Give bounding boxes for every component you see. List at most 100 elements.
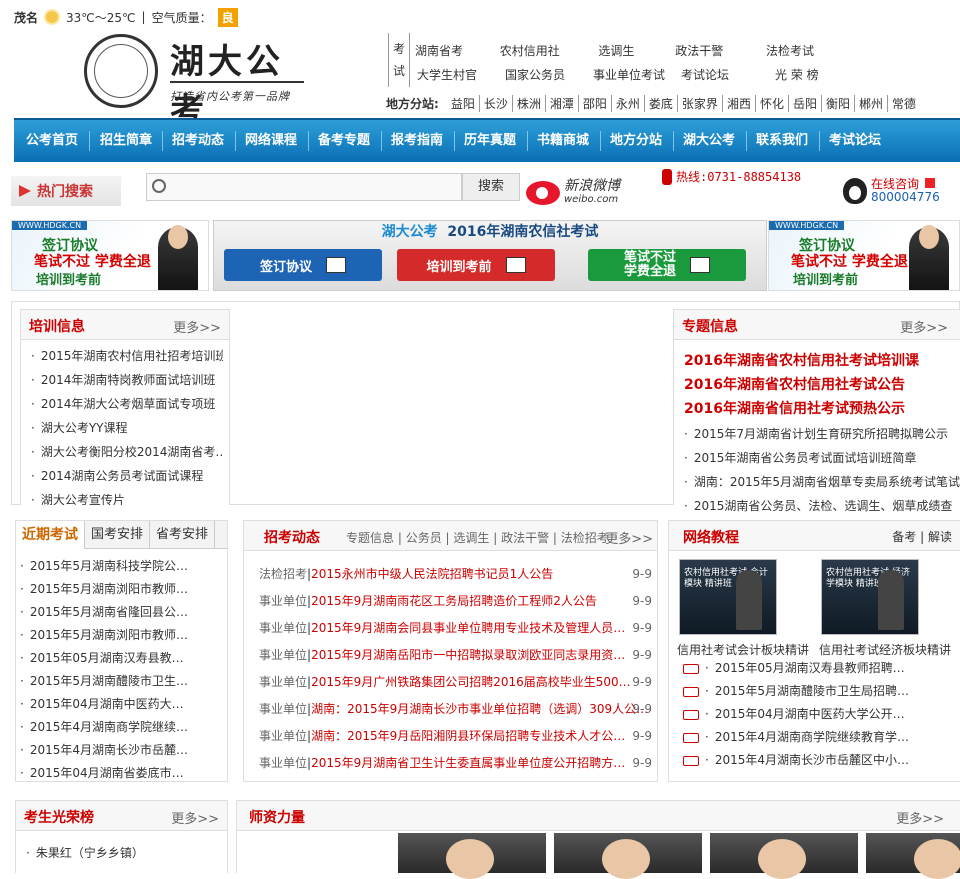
subtab-link[interactable]: 政法干警	[501, 531, 549, 545]
news-row[interactable]: 事业单位|2015年9月湖南岳阳市一中招聘拟录取浏欧亚同志录用资… 9-9	[259, 642, 652, 669]
subtab-link[interactable]: 法检招考	[561, 531, 609, 545]
news-row[interactable]: 事业单位|2015年9月湖南会同县事业单位聘用专业技术及管理人员… 9-9	[259, 615, 652, 642]
news-title[interactable]: 2015年9月湖南会同县事业单位聘用专业技术及管理人员…	[311, 621, 625, 635]
top-nav-link[interactable]: 农村信用社	[500, 42, 599, 59]
top-nav-link[interactable]: 湖南省考	[415, 42, 500, 59]
top-nav-link[interactable]: 法检考试	[766, 42, 835, 59]
teacher-photo[interactable]	[398, 833, 546, 879]
banner-button-agreement[interactable]: 签订协议	[224, 249, 382, 281]
main-nav-item[interactable]: 网络课程	[237, 130, 305, 152]
site-logo[interactable]: 湖大公考 打造省内公考第一品牌	[84, 34, 308, 131]
list-item[interactable]: 2015年4月湖南商学院继续…	[20, 716, 223, 739]
news-row[interactable]: 事业单位|2015年9月广州铁路集团公司招聘2016届高校毕业生500… 9-9	[259, 669, 652, 696]
list-item[interactable]: 2015湖南省公务员、法检、选调生、烟草成绩查	[684, 494, 960, 518]
region-link[interactable]: 娄底	[645, 94, 678, 112]
banner-button-refund[interactable]: 笔试不过 学费全退	[588, 249, 746, 281]
news-title[interactable]: 湖南：2015年9月岳阳湘阴县环保局招聘专业技术人才公…	[311, 729, 625, 743]
list-item[interactable]: 2014年湖大公考烟草面试专项班	[31, 392, 223, 416]
top-nav-link[interactable]: 光 荣 榜	[775, 66, 835, 83]
weibo-link[interactable]: 新浪微博 weibo.com	[526, 178, 620, 208]
main-nav-item[interactable]: 招考动态	[164, 130, 232, 152]
teacher-photo[interactable]	[710, 833, 858, 879]
top-nav-link[interactable]: 选调生	[598, 42, 675, 59]
list-item[interactable]: 朱果红（宁乡乡镇）	[26, 841, 221, 865]
news-row[interactable]: 事业单位|湖南：2015年9月湖南长沙市事业单位招聘（选调）309人公… 9-9	[259, 696, 652, 723]
top-nav-link[interactable]: 政法干警	[675, 42, 766, 59]
search-input[interactable]	[146, 173, 462, 201]
video-item[interactable]: · 2015年5月湖南醴陵市卫生局招聘…	[683, 680, 953, 703]
more-link[interactable]: 更多>>	[605, 528, 653, 547]
video-item[interactable]: · 2015年4月湖南商学院继续教育学…	[683, 726, 953, 749]
region-link[interactable]: 常德	[888, 95, 920, 112]
video-item[interactable]: · 2015年05月湖南汉寿县教师招聘…	[683, 657, 953, 680]
list-item[interactable]: 湖大公考YY课程	[31, 416, 223, 440]
list-item[interactable]: 2015年5月湖南科技学院公…	[20, 555, 223, 578]
thumb-caption[interactable]: 信用社考试会计板块精讲	[677, 641, 809, 658]
more-link[interactable]: 更多>>	[896, 808, 944, 827]
news-row[interactable]: 事业单位|湖南：2015年9月岳阳湘阴县环保局招聘专业技术人才公… 9-9	[259, 723, 652, 750]
region-link[interactable]: 怀化	[756, 94, 789, 112]
list-item[interactable]: 2014湖南公务员考试面试课程	[31, 464, 223, 488]
main-nav-item[interactable]: 考试论坛	[821, 130, 889, 152]
list-item[interactable]: 湖大公考衡阳分校2014湖南省考…	[31, 440, 223, 464]
news-title[interactable]: 2015永州市中级人民法院招聘书记员1人公告	[311, 567, 553, 581]
teacher-photo[interactable]	[866, 833, 960, 879]
link-prepare[interactable]: 备考	[892, 530, 916, 544]
list-item[interactable]: 2015年05月湖南汉寿县教…	[20, 647, 223, 670]
teacher-photo[interactable]	[554, 833, 702, 879]
top-nav-link[interactable]: 国家公务员	[505, 66, 593, 83]
news-title[interactable]: 湖南：2015年9月湖南长沙市事业单位招聘（选调）309人公…	[311, 702, 648, 716]
left-ad-banner[interactable]: WWW.HDGK.CN 签订协议 笔试不过 学费全退 培训到考前	[11, 220, 209, 291]
more-link[interactable]: 更多>>	[900, 317, 948, 336]
list-item[interactable]: 湖南：2015年5月湖南省烟草专卖局系统考试笔试	[684, 470, 960, 494]
right-ad-banner[interactable]: WWW.HDGK.CN 签订协议 笔试不过 学费全退 培训到考前	[768, 220, 960, 291]
news-title[interactable]: 2015年9月湖南雨花区工务局招聘造价工程师2人公告	[311, 594, 597, 608]
news-row[interactable]: 事业单位|2015年9月湖南雨花区工务局招聘造价工程师2人公告 9-9	[259, 588, 652, 615]
tab-national-exam[interactable]: 国考安排	[85, 521, 151, 549]
tab-provincial-exam[interactable]: 省考安排	[150, 521, 216, 549]
region-link[interactable]: 湘西	[723, 94, 756, 112]
list-item[interactable]: 2015年5月湖南浏阳市教师…	[20, 578, 223, 601]
region-link[interactable]: 郴州	[855, 94, 889, 112]
main-nav-item[interactable]: 历年真题	[456, 130, 524, 152]
main-nav-item[interactable]: 备考专题	[310, 130, 378, 152]
video-item[interactable]: · 2015年4月湖南长沙市岳麓区中小…	[683, 749, 953, 772]
region-link[interactable]: 张家界	[678, 94, 723, 112]
list-item[interactable]: 2015年5月湖南省隆回县公…	[20, 601, 223, 624]
list-item[interactable]: 2015年5月湖南浏阳市教师…	[20, 624, 223, 647]
more-link[interactable]: 更多>>	[173, 317, 221, 336]
news-row[interactable]: 事业单位|2015年9月湖南省卫生计生委直属事业单位度公开招聘方… 9-9	[259, 750, 652, 777]
region-link[interactable]: 湘潭	[546, 94, 579, 112]
center-ad-banner[interactable]: 湖大公考 2016年湖南农信社考试 签订协议 培训到考前 笔试不过 学费全退	[213, 220, 767, 291]
headline-link[interactable]: 2016年湖南省信用社考试预热公示	[684, 397, 919, 421]
list-item[interactable]: 2015年湖南农村信用社招考培训班	[31, 344, 223, 368]
thumb-caption[interactable]: 信用社考试经济板块精讲	[819, 641, 951, 658]
top-nav-link[interactable]: 考试论坛	[681, 66, 775, 83]
subtab-link[interactable]: 选调生	[453, 531, 489, 545]
region-link[interactable]: 株洲	[513, 94, 546, 112]
course-thumbnail[interactable]: 农村信用社考试 会计模块 精讲班	[679, 559, 777, 635]
qq-consult[interactable]: 在线咨询 800004776	[843, 178, 940, 204]
course-thumbnail[interactable]: 农村信用社考试 经济学模块 精讲班	[821, 559, 919, 635]
video-item[interactable]: · 2015年04月湖南中医药大学公开…	[683, 703, 953, 726]
news-title[interactable]: 2015年9月湖南省卫生计生委直属事业单位度公开招聘方…	[311, 756, 625, 770]
region-link[interactable]: 永州	[612, 94, 645, 112]
banner-button-training[interactable]: 培训到考前	[397, 249, 555, 281]
tab-recent-exams[interactable]: 近期考试	[16, 521, 85, 549]
region-link[interactable]: 邵阳	[579, 94, 612, 112]
list-item[interactable]: 2015年04月湖南省娄底市…	[20, 762, 223, 785]
top-nav-link[interactable]: 事业单位考试	[593, 66, 681, 83]
search-button[interactable]: 搜索	[462, 173, 520, 201]
list-item[interactable]: 2014年湖南特岗教师面试培训班	[31, 368, 223, 392]
list-item[interactable]: 湖大公考宣传片	[31, 488, 223, 512]
news-title[interactable]: 2015年9月湖南岳阳市一中招聘拟录取浏欧亚同志录用资…	[311, 648, 625, 662]
link-interpret[interactable]: 解读	[928, 530, 952, 544]
list-item[interactable]: 2015年5月湖南醴陵市卫生…	[20, 670, 223, 693]
list-item[interactable]: 2015年04月湖南中医药大…	[20, 693, 223, 716]
region-link[interactable]: 岳阳	[789, 94, 822, 112]
main-nav-item[interactable]: 湖大公考	[675, 130, 743, 152]
list-item[interactable]: 2015年湖南省公务员考试面试培训班简章	[684, 446, 960, 470]
subtab-link[interactable]: 公务员	[406, 531, 442, 545]
headline-link[interactable]: 2016年湖南省农村信用社考试培训课	[684, 349, 919, 373]
main-nav-item[interactable]: 招生简章	[92, 130, 160, 152]
